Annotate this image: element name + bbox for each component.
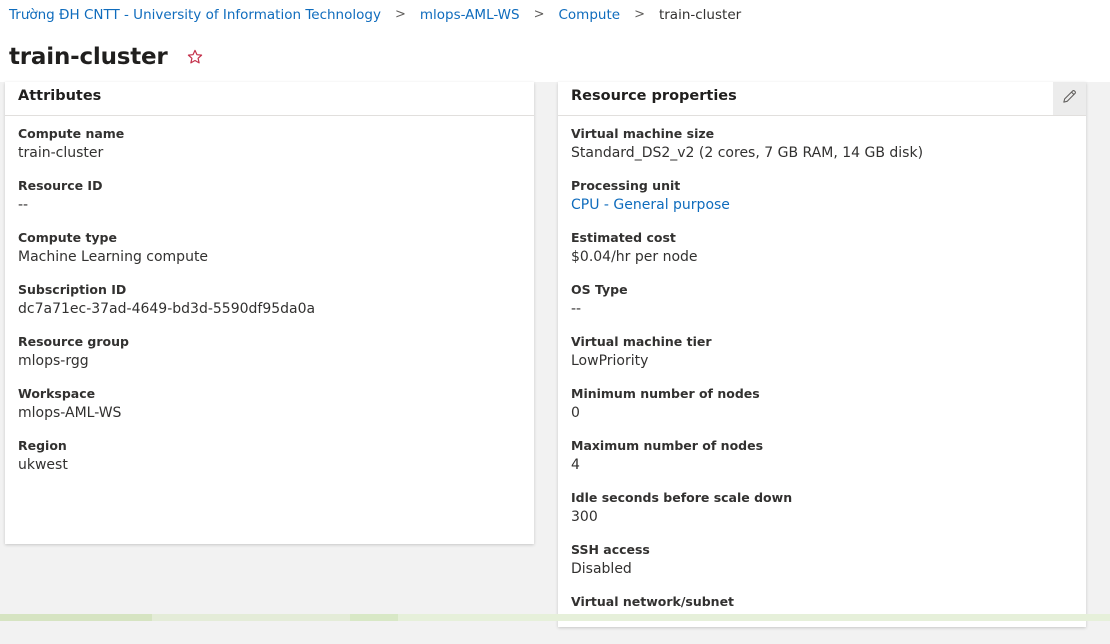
prop-idle-seconds: Idle seconds before scale down 300 xyxy=(571,488,1086,540)
prop-label: Maximum number of nodes xyxy=(571,438,764,453)
prop-label: Virtual machine size xyxy=(571,126,715,141)
prop-value: $0.04/hr per node xyxy=(571,249,698,265)
prop-compute-type: Compute type Machine Learning compute xyxy=(18,228,534,280)
breadcrumb-separator: > xyxy=(533,7,545,22)
resource-properties-list: Virtual machine size Standard_DS2_v2 (2 … xyxy=(558,116,1086,644)
page-title: train-cluster xyxy=(9,44,168,70)
prop-value: 4 xyxy=(571,457,580,473)
prop-vm-size: Virtual machine size Standard_DS2_v2 (2 … xyxy=(571,124,1086,176)
prop-value: -- xyxy=(18,197,29,213)
prop-value: train-cluster xyxy=(18,145,104,161)
prop-value: Standard_DS2_v2 (2 cores, 7 GB RAM, 14 G… xyxy=(571,145,924,161)
prop-label: Processing unit xyxy=(571,178,681,193)
prop-label: Estimated cost xyxy=(571,230,676,245)
prop-min-nodes: Minimum number of nodes 0 xyxy=(571,384,1086,436)
edit-button[interactable] xyxy=(1053,82,1086,115)
prop-value: ukwest xyxy=(18,457,68,473)
prop-label: Virtual network/subnet xyxy=(571,594,735,609)
breadcrumb-item-university[interactable]: Trường ĐH CNTT - University of Informati… xyxy=(9,6,381,24)
prop-value: 0 xyxy=(571,405,580,421)
prop-label: Subscription ID xyxy=(18,282,127,297)
attributes-card-header: Attributes xyxy=(5,82,534,116)
prop-label: Region xyxy=(18,438,67,453)
title-row: train-cluster xyxy=(9,44,204,70)
resource-properties-card-header: Resource properties xyxy=(558,82,1086,116)
resource-properties-card: Resource properties Virtual machine size… xyxy=(558,82,1086,627)
breadcrumb-separator: > xyxy=(394,7,406,22)
prop-label: Resource group xyxy=(18,334,129,349)
prop-value: Machine Learning compute xyxy=(18,249,209,265)
prop-label: OS Type xyxy=(571,282,628,297)
prop-resource-group: Resource group mlops-rgg xyxy=(18,332,534,384)
star-outline-icon[interactable] xyxy=(186,48,204,66)
prop-value: dc7a71ec-37ad-4649-bd3d-5590df95da0a xyxy=(18,301,316,317)
prop-label: SSH access xyxy=(571,542,650,557)
prop-label: Minimum number of nodes xyxy=(571,386,760,401)
breadcrumb-item-current: train-cluster xyxy=(658,7,742,23)
prop-label: Compute name xyxy=(18,126,125,141)
resource-properties-title: Resource properties xyxy=(571,88,737,104)
prop-os-type: OS Type -- xyxy=(571,280,1086,332)
breadcrumb: Trường ĐH CNTT - University of Informati… xyxy=(9,6,741,24)
prop-ssh-access: SSH access Disabled xyxy=(571,540,1086,592)
pencil-icon xyxy=(1061,88,1078,109)
prop-label: Virtual machine tier xyxy=(571,334,712,349)
prop-workspace: Workspace mlops-AML-WS xyxy=(18,384,534,436)
prop-resource-id: Resource ID -- xyxy=(18,176,534,228)
breadcrumb-separator: > xyxy=(634,7,645,22)
prop-value: Disabled xyxy=(571,561,632,577)
attributes-card: Attributes Compute name train-cluster Re… xyxy=(5,82,534,544)
taskbar-edge xyxy=(0,614,1110,621)
breadcrumb-item-compute[interactable]: Compute xyxy=(559,6,621,24)
prop-label: Workspace xyxy=(18,386,96,401)
prop-value: -- xyxy=(571,301,582,317)
prop-label: Resource ID xyxy=(18,178,103,193)
attributes-list: Compute name train-cluster Resource ID -… xyxy=(5,116,534,488)
prop-subscription-id: Subscription ID dc7a71ec-37ad-4649-bd3d-… xyxy=(18,280,534,332)
prop-estimated-cost: Estimated cost $0.04/hr per node xyxy=(571,228,1086,280)
processing-unit-link[interactable]: CPU - General purpose xyxy=(571,195,1086,215)
prop-max-nodes: Maximum number of nodes 4 xyxy=(571,436,1086,488)
prop-region: Region ukwest xyxy=(18,436,534,488)
prop-label: Idle seconds before scale down xyxy=(571,490,793,505)
prop-value: 300 xyxy=(571,509,598,525)
prop-vm-tier: Virtual machine tier LowPriority xyxy=(571,332,1086,384)
prop-value: mlops-AML-WS xyxy=(18,405,122,421)
prop-processing-unit: Processing unit CPU - General purpose xyxy=(571,176,1086,228)
page-header: Trường ĐH CNTT - University of Informati… xyxy=(0,0,1110,82)
attributes-title: Attributes xyxy=(18,88,102,104)
prop-value: mlops-rgg xyxy=(18,353,89,369)
prop-compute-name: Compute name train-cluster xyxy=(18,124,534,176)
prop-value: LowPriority xyxy=(571,353,649,369)
prop-label: Compute type xyxy=(18,230,117,245)
breadcrumb-item-workspace[interactable]: mlops-AML-WS xyxy=(420,6,520,24)
